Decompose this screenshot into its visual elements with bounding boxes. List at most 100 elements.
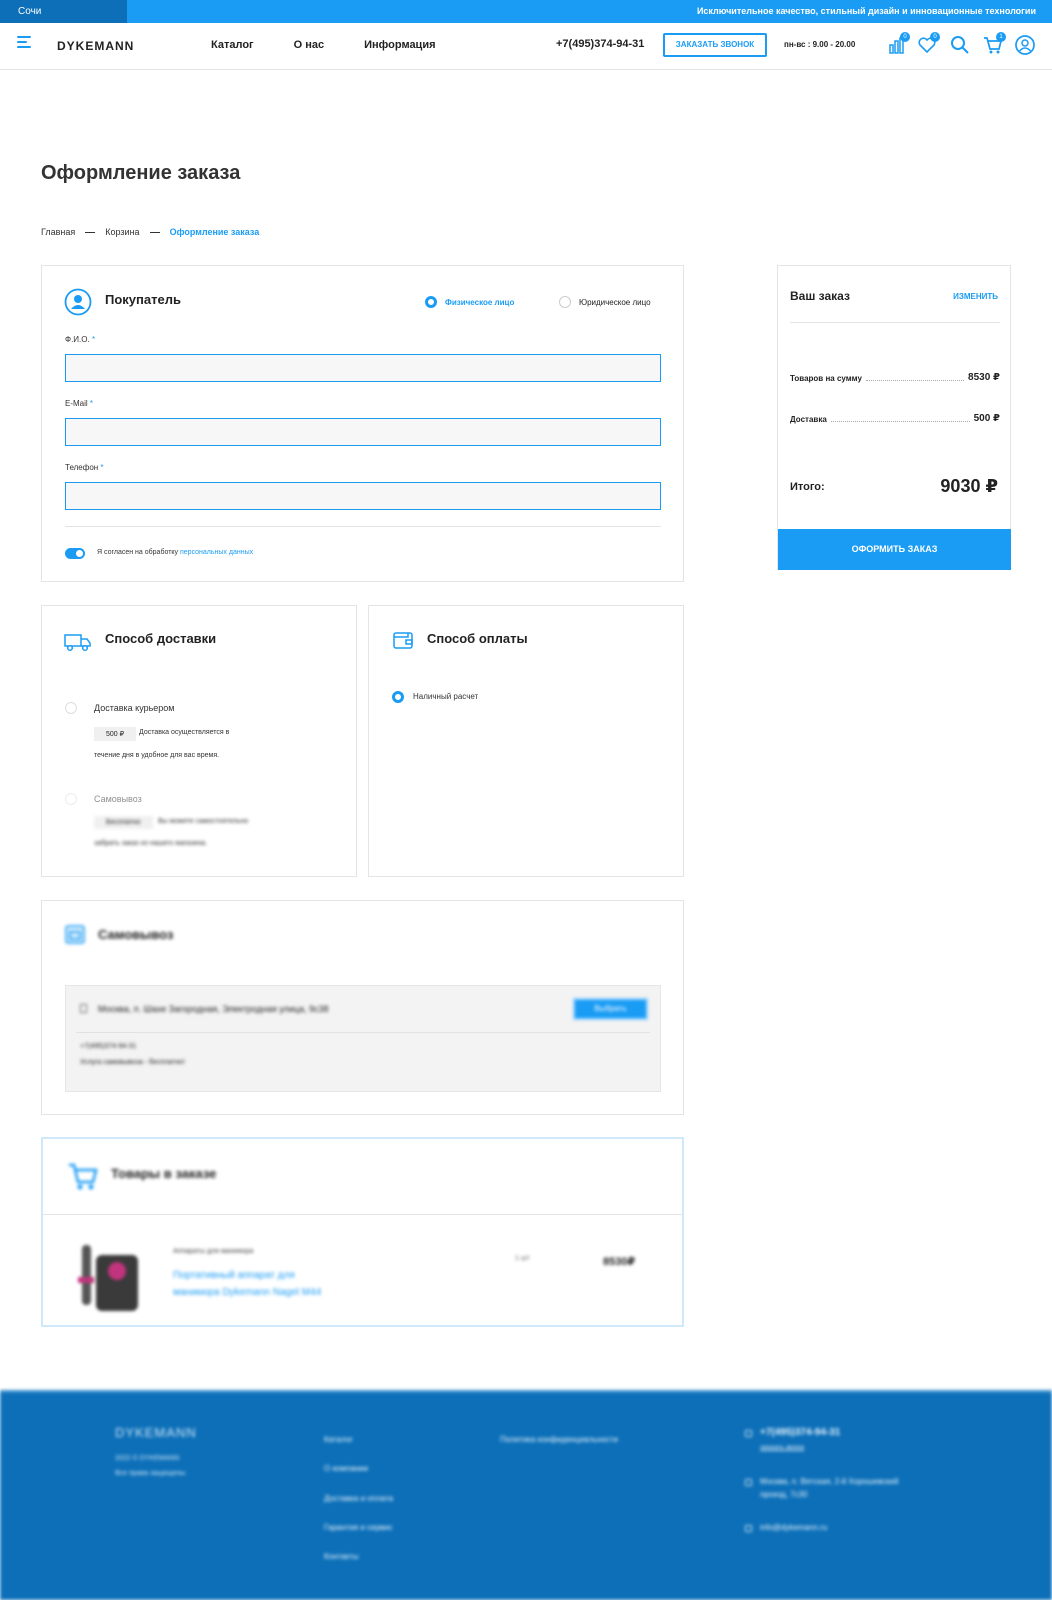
pickup-desc-2: забрать заказ из нашего магазина. [94,840,208,847]
buyer-card: Покупатель Физическое лицо Юридическое л… [41,265,684,582]
pickup-phone: +7(495)374-94-31 [80,1043,137,1050]
payment-title: Способ оплаты [427,631,528,646]
nav-about[interactable]: О нас [294,39,325,51]
favorites-badge: 0 [930,32,940,42]
courier-label[interactable]: Доставка курьером [94,703,175,713]
fio-label: Ф.И.О. * [65,335,96,344]
footer-link-about[interactable]: О компании [324,1464,368,1473]
footer-callback-link[interactable]: заказать звонок [760,1445,804,1451]
divider [790,322,1000,323]
header-phone[interactable]: +7(495)374-94-31 [556,38,644,50]
footer-link-warranty[interactable]: Гарантия и сервис [324,1523,393,1532]
radio-selected[interactable] [425,296,437,308]
consent-toggle[interactable] [65,548,85,559]
footer-phone[interactable]: +7(495)374-94-31 [760,1427,840,1438]
fio-field[interactable] [65,354,661,382]
phone-field[interactable] [65,482,661,510]
footer-privacy-link[interactable]: Политика конфиденциальности [500,1435,618,1444]
pickup-radio[interactable] [65,793,77,805]
truck-icon [64,632,92,657]
store-icon [64,923,86,950]
callback-button[interactable]: ЗАКАЗАТЬ ЗВОНОК [663,33,767,57]
search-icon[interactable] [949,34,971,56]
goods-sum-value: 8530 ₽ [968,372,1000,383]
footer-rights: Все права защищены [115,1470,186,1477]
email-field[interactable] [65,418,661,446]
site-header: DYKEMANN Каталог О нас Информация +7(495… [0,23,1052,70]
personal-data-link[interactable]: персональных данных [180,549,253,556]
order-goods-card: Товары в заказе Аппараты для маникюра По… [41,1137,684,1327]
email-label: E-Mail * [65,399,94,408]
choose-pickup-button[interactable]: Выбрать [573,998,648,1020]
cash-label[interactable]: Наличный расчет [413,692,478,701]
person-type-individual-label: Физическое лицо [445,297,515,307]
footer-logo[interactable]: DYKEMANN [115,1425,197,1440]
breadcrumb-separator [149,231,160,233]
pickup-desc: Вы можете самостоятельно [158,818,249,825]
total-label: Итого: [790,481,825,493]
product-name-link[interactable]: Портативный аппарат для маникюра Dykeman… [173,1267,321,1301]
order-summary: Ваш заказ ИЗМЕНИТЬ Товаров на сумму 8530 … [777,265,1011,570]
product-qty: 1 шт [515,1255,530,1262]
breadcrumb-separator [85,231,96,233]
footer-link-delivery[interactable]: Доставка и оплата [324,1494,393,1503]
compare-icon[interactable]: 0 [886,32,910,56]
working-hours: пн-вс : 9.00 - 20.00 [784,40,856,49]
location-icon [80,1004,87,1013]
divider [43,1214,682,1215]
cash-radio[interactable] [392,691,404,703]
pickup-point: Москва, п. Шахе Загородная, Электродная … [65,985,661,1092]
footer-copyright: 2022 © DYKEMANN [115,1455,180,1462]
courier-price: 500 ₽ [94,727,137,741]
nav-info[interactable]: Информация [364,39,435,51]
account-icon[interactable] [1014,34,1036,56]
pickup-note: Услуга самовывоза - бесплатно! [80,1059,185,1066]
person-type-individual[interactable]: Физическое лицо [425,296,514,308]
nav-catalog[interactable]: Каталог [211,39,254,51]
page-title: Оформление заказа [41,162,241,184]
footer-link-catalog[interactable]: Каталог [324,1435,353,1444]
payment-card: Способ оплаты Наличный расчет [368,605,684,877]
breadcrumb: Главная Корзина Оформление заказа [41,227,259,237]
top-bar: Сочи Исключительное качество, стильный д… [0,0,1052,23]
product-category: Аппараты для маникюра [173,1248,254,1255]
footer-email[interactable]: info@dykemann.ru [760,1523,827,1532]
footer-link-contacts[interactable]: Контакты [324,1552,359,1561]
compare-badge: 0 [900,32,910,42]
courier-desc: Доставка осуществляется в [139,729,230,736]
location-icon [745,1479,752,1486]
pickup-card: Самовывоз Москва, п. Шахе Загородная, Эл… [41,900,684,1115]
cart-icon[interactable]: 1 [982,32,1006,56]
delivery-card: Способ доставки Доставка курьером 500 ₽ … [41,605,357,877]
edit-order-link[interactable]: ИЗМЕНИТЬ [953,292,998,301]
place-order-button[interactable]: ОФОРМИТЬ ЗАКАЗ [778,529,1011,570]
breadcrumb-cart[interactable]: Корзина [105,227,139,237]
cart-icon [67,1161,99,1196]
main-nav: Каталог О нас Информация [211,39,436,51]
person-type-legal-label: Юридическое лицо [579,297,651,307]
total-value: 9030 ₽ [940,476,998,496]
person-type-legal[interactable]: Юридическое лицо [559,296,651,308]
product-price: 8530₽ [603,1256,636,1268]
slogan: Исключительное качество, стильный дизайн… [696,6,1036,16]
wallet-icon [392,629,414,656]
favorites-icon[interactable]: 0 [916,32,940,56]
menu-icon[interactable] [17,36,31,50]
footer-address: Москва, п. Вятская, 2-й Хорошевский [760,1477,899,1486]
pickup-title: Самовывоз [98,927,174,942]
pickup-label[interactable]: Самовывоз [94,794,142,804]
buyer-title: Покупатель [105,292,181,307]
cart-badge: 1 [996,32,1006,42]
courier-radio[interactable] [65,702,77,714]
pickup-price: Бесплатно [94,816,153,829]
radio-unselected[interactable] [559,296,571,308]
summary-title: Ваш заказ [790,289,850,303]
phone-icon [745,1430,752,1437]
site-logo[interactable]: DYKEMANN [57,39,134,53]
product-image[interactable] [78,1239,148,1314]
city-selector[interactable]: Сочи [0,0,127,23]
delivery-sum-row: Доставка 500 ₽ [790,413,1000,424]
mail-icon [745,1525,752,1532]
delivery-sum-value: 500 ₽ [973,413,1000,424]
breadcrumb-home[interactable]: Главная [41,227,75,237]
